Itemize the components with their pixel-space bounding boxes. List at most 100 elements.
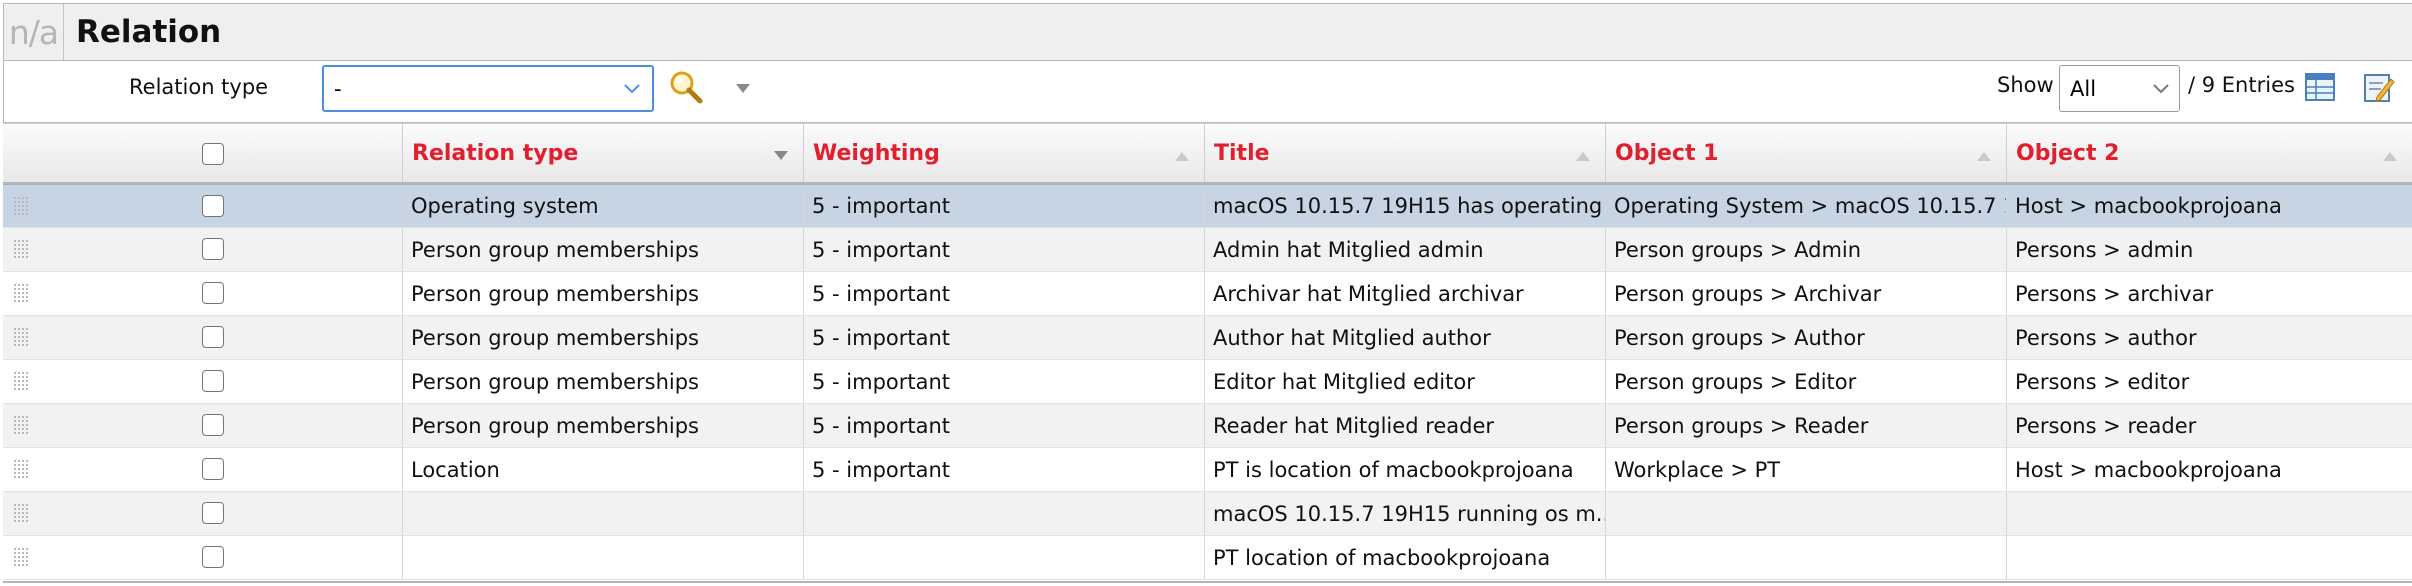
relation-type-cell: Operating system: [403, 185, 804, 227]
object-1-cell: Person groups > Author: [1606, 316, 2007, 359]
object-2-cell: [2007, 492, 2412, 535]
column-header-label: Object 2: [2016, 140, 2120, 166]
row-checkbox[interactable]: [202, 195, 224, 217]
column-header-weighting[interactable]: Weighting: [804, 124, 1205, 182]
row-handle-cell: [3, 316, 403, 359]
weighting-cell: 5 - important: [804, 185, 1205, 227]
sort-ascending-icon[interactable]: [2382, 150, 2398, 162]
column-header-object-2[interactable]: Object 2: [2007, 124, 2412, 182]
show-entries-value: All: [2070, 76, 2097, 101]
drag-handle-icon[interactable]: [13, 503, 31, 523]
select-all-checkbox[interactable]: [202, 143, 224, 165]
object-1-cell: Operating System > macOS 10.15.7 19H: [1606, 185, 2007, 227]
row-handle-cell: [3, 228, 403, 271]
drag-handle-icon[interactable]: [13, 547, 31, 567]
drag-handle-icon[interactable]: [13, 196, 31, 216]
title-cell: PT location of macbookprojoana: [1205, 536, 1606, 579]
column-header-object-1[interactable]: Object 1: [1606, 124, 2007, 182]
table-row[interactable]: Person group memberships 5 - important Arc…: [3, 272, 2412, 316]
drag-handle-icon[interactable]: [13, 283, 31, 303]
table-row[interactable]: Person group memberships 5 - important Rea…: [3, 404, 2412, 448]
object-1-cell: Workplace > PT: [1606, 448, 2007, 491]
weighting-cell: 5 - important: [804, 404, 1205, 447]
filter-bar: Relation type - Show All / 9 Entries: [3, 61, 2412, 123]
sort-ascending-icon[interactable]: [1174, 150, 1190, 162]
row-handle-cell: [3, 536, 403, 579]
row-checkbox[interactable]: [202, 546, 224, 568]
drag-handle-icon[interactable]: [13, 459, 31, 479]
weighting-cell: 5 - important: [804, 228, 1205, 271]
category-placeholder-label: n/a: [4, 4, 64, 60]
row-handle-cell: [3, 360, 403, 403]
title-cell: macOS 10.15.7 19H15 has operating ...: [1205, 185, 1606, 227]
relation-type-cell: Location: [403, 448, 804, 491]
title-cell: macOS 10.15.7 19H15 running os m...: [1205, 492, 1606, 535]
relation-type-cell: Person group memberships: [403, 272, 804, 315]
edit-note-icon[interactable]: [2363, 71, 2395, 103]
object-2-cell: Persons > archivar: [2015, 281, 2214, 306]
object-1-cell: [1606, 536, 2007, 579]
table-row[interactable]: Person group memberships 5 - important Adm…: [3, 228, 2412, 272]
table-row[interactable]: Person group memberships 5 - important Aut…: [3, 316, 2412, 360]
magnifier-icon[interactable]: [668, 69, 704, 105]
column-header-relation-type[interactable]: Relation type: [403, 124, 804, 182]
row-checkbox[interactable]: [202, 370, 224, 392]
table-bottom-border: [3, 581, 2412, 583]
title-cell: Editor hat Mitglied editor: [1205, 360, 1606, 403]
column-header-title[interactable]: Title: [1205, 124, 1606, 182]
relation-type-filter-label: Relation type: [129, 75, 269, 99]
sort-descending-icon[interactable]: [773, 150, 789, 162]
row-checkbox[interactable]: [202, 458, 224, 480]
row-handle-cell: [3, 492, 403, 535]
weighting-cell: 5 - important: [804, 448, 1205, 491]
column-header-label: Weighting: [813, 140, 940, 166]
sort-ascending-icon[interactable]: [1976, 150, 1992, 162]
object-2-cell: Persons > reader: [2015, 413, 2197, 438]
relation-type-cell: [403, 492, 804, 535]
entries-count: / 9 Entries: [2188, 73, 2295, 97]
object-1-cell: Person groups > Editor: [1606, 360, 2007, 403]
column-header-label: Relation type: [412, 140, 579, 166]
drag-handle-icon[interactable]: [13, 415, 31, 435]
column-header-label: Title: [1214, 140, 1270, 166]
table-row[interactable]: Location 5 - important PT is location of m…: [3, 448, 2412, 492]
object-1-cell: [1606, 492, 2007, 535]
table-row[interactable]: Operating system 5 - important macOS 10.15…: [3, 184, 2412, 228]
table-row[interactable]: PT location of macbookprojoana: [3, 536, 2412, 580]
chevron-down-icon: [2153, 84, 2169, 94]
relation-type-filter-select[interactable]: -: [322, 65, 654, 112]
title-cell: Author hat Mitglied author: [1205, 316, 1606, 359]
title-cell: PT is location of macbookprojoana: [1205, 448, 1606, 491]
drag-handle-icon[interactable]: [13, 327, 31, 347]
drag-handle-icon[interactable]: [13, 239, 31, 259]
row-handle-cell: [3, 185, 403, 227]
table-row[interactable]: macOS 10.15.7 19H15 running os m...: [3, 492, 2412, 536]
title-bar: n/a Relation: [3, 3, 2412, 61]
column-header-label: Object 1: [1615, 140, 1719, 166]
show-entries-select[interactable]: All: [2059, 65, 2180, 112]
object-2-cell: [2007, 536, 2412, 579]
table-export-icon[interactable]: [2305, 73, 2335, 101]
drag-handle-icon[interactable]: [13, 371, 31, 391]
object-2-cell: Persons > author: [2015, 325, 2197, 350]
chevron-down-icon: [624, 84, 640, 94]
title-cell: Archivar hat Mitglied archivar: [1205, 272, 1606, 315]
relation-type-cell: Person group memberships: [403, 404, 804, 447]
relation-type-cell: Person group memberships: [403, 360, 804, 403]
weighting-cell: [804, 536, 1205, 579]
object-2-cell: Host > macbookprojoana: [2015, 194, 2282, 218]
table-header-row: Relation type Weighting Title Object 1 O…: [3, 123, 2412, 184]
row-checkbox[interactable]: [202, 414, 224, 436]
sort-ascending-icon[interactable]: [1575, 150, 1591, 162]
relation-type-cell: Person group memberships: [403, 316, 804, 359]
row-checkbox[interactable]: [202, 502, 224, 524]
select-all-header: [3, 124, 403, 182]
table-row[interactable]: Person group memberships 5 - important Edi…: [3, 360, 2412, 404]
row-checkbox[interactable]: [202, 238, 224, 260]
object-2-cell: Host > macbookprojoana: [2015, 457, 2282, 482]
row-checkbox[interactable]: [202, 282, 224, 304]
relation-type-cell: Person group memberships: [403, 228, 804, 271]
caret-down-icon[interactable]: [735, 83, 751, 95]
row-checkbox[interactable]: [202, 326, 224, 348]
relation-type-cell: [403, 536, 804, 579]
